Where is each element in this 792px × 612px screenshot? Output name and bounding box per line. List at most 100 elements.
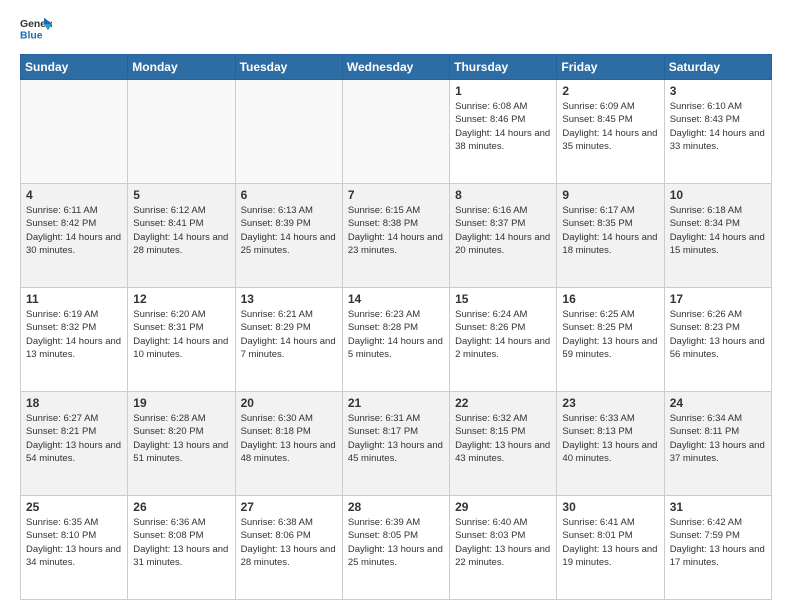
weekday-wednesday: Wednesday bbox=[342, 55, 449, 80]
day-info: Sunrise: 6:38 AMSunset: 8:06 PMDaylight:… bbox=[241, 516, 337, 569]
day-info: Sunrise: 6:21 AMSunset: 8:29 PMDaylight:… bbox=[241, 308, 337, 361]
day-cell: 13 Sunrise: 6:21 AMSunset: 8:29 PMDaylig… bbox=[235, 288, 342, 392]
day-cell: 4 Sunrise: 6:11 AMSunset: 8:42 PMDayligh… bbox=[21, 184, 128, 288]
day-number: 6 bbox=[241, 188, 337, 202]
day-number: 8 bbox=[455, 188, 551, 202]
day-info: Sunrise: 6:26 AMSunset: 8:23 PMDaylight:… bbox=[670, 308, 766, 361]
day-cell bbox=[21, 80, 128, 184]
day-number: 5 bbox=[133, 188, 229, 202]
day-cell: 20 Sunrise: 6:30 AMSunset: 8:18 PMDaylig… bbox=[235, 392, 342, 496]
day-number: 30 bbox=[562, 500, 658, 514]
day-info: Sunrise: 6:08 AMSunset: 8:46 PMDaylight:… bbox=[455, 100, 551, 153]
day-cell: 28 Sunrise: 6:39 AMSunset: 8:05 PMDaylig… bbox=[342, 496, 449, 600]
weekday-saturday: Saturday bbox=[664, 55, 771, 80]
day-number: 9 bbox=[562, 188, 658, 202]
day-info: Sunrise: 6:35 AMSunset: 8:10 PMDaylight:… bbox=[26, 516, 122, 569]
day-info: Sunrise: 6:18 AMSunset: 8:34 PMDaylight:… bbox=[670, 204, 766, 257]
week-row-2: 4 Sunrise: 6:11 AMSunset: 8:42 PMDayligh… bbox=[21, 184, 772, 288]
day-cell: 26 Sunrise: 6:36 AMSunset: 8:08 PMDaylig… bbox=[128, 496, 235, 600]
day-info: Sunrise: 6:10 AMSunset: 8:43 PMDaylight:… bbox=[670, 100, 766, 153]
day-info: Sunrise: 6:33 AMSunset: 8:13 PMDaylight:… bbox=[562, 412, 658, 465]
day-cell: 18 Sunrise: 6:27 AMSunset: 8:21 PMDaylig… bbox=[21, 392, 128, 496]
day-cell: 3 Sunrise: 6:10 AMSunset: 8:43 PMDayligh… bbox=[664, 80, 771, 184]
day-info: Sunrise: 6:31 AMSunset: 8:17 PMDaylight:… bbox=[348, 412, 444, 465]
page: General Blue SundayMondayTuesdayWednesda… bbox=[0, 0, 792, 612]
day-cell: 29 Sunrise: 6:40 AMSunset: 8:03 PMDaylig… bbox=[450, 496, 557, 600]
day-cell: 27 Sunrise: 6:38 AMSunset: 8:06 PMDaylig… bbox=[235, 496, 342, 600]
week-row-5: 25 Sunrise: 6:35 AMSunset: 8:10 PMDaylig… bbox=[21, 496, 772, 600]
day-cell: 22 Sunrise: 6:32 AMSunset: 8:15 PMDaylig… bbox=[450, 392, 557, 496]
day-cell: 7 Sunrise: 6:15 AMSunset: 8:38 PMDayligh… bbox=[342, 184, 449, 288]
day-number: 1 bbox=[455, 84, 551, 98]
weekday-friday: Friday bbox=[557, 55, 664, 80]
day-cell: 10 Sunrise: 6:18 AMSunset: 8:34 PMDaylig… bbox=[664, 184, 771, 288]
day-info: Sunrise: 6:12 AMSunset: 8:41 PMDaylight:… bbox=[133, 204, 229, 257]
day-number: 19 bbox=[133, 396, 229, 410]
day-cell: 5 Sunrise: 6:12 AMSunset: 8:41 PMDayligh… bbox=[128, 184, 235, 288]
day-info: Sunrise: 6:40 AMSunset: 8:03 PMDaylight:… bbox=[455, 516, 551, 569]
day-info: Sunrise: 6:20 AMSunset: 8:31 PMDaylight:… bbox=[133, 308, 229, 361]
day-info: Sunrise: 6:36 AMSunset: 8:08 PMDaylight:… bbox=[133, 516, 229, 569]
day-info: Sunrise: 6:25 AMSunset: 8:25 PMDaylight:… bbox=[562, 308, 658, 361]
day-cell: 19 Sunrise: 6:28 AMSunset: 8:20 PMDaylig… bbox=[128, 392, 235, 496]
day-cell: 25 Sunrise: 6:35 AMSunset: 8:10 PMDaylig… bbox=[21, 496, 128, 600]
day-cell bbox=[128, 80, 235, 184]
day-number: 16 bbox=[562, 292, 658, 306]
week-row-4: 18 Sunrise: 6:27 AMSunset: 8:21 PMDaylig… bbox=[21, 392, 772, 496]
day-cell: 8 Sunrise: 6:16 AMSunset: 8:37 PMDayligh… bbox=[450, 184, 557, 288]
day-number: 13 bbox=[241, 292, 337, 306]
day-cell: 1 Sunrise: 6:08 AMSunset: 8:46 PMDayligh… bbox=[450, 80, 557, 184]
day-number: 3 bbox=[670, 84, 766, 98]
weekday-header-row: SundayMondayTuesdayWednesdayThursdayFrid… bbox=[21, 55, 772, 80]
calendar-table: SundayMondayTuesdayWednesdayThursdayFrid… bbox=[20, 54, 772, 600]
day-info: Sunrise: 6:27 AMSunset: 8:21 PMDaylight:… bbox=[26, 412, 122, 465]
day-cell: 9 Sunrise: 6:17 AMSunset: 8:35 PMDayligh… bbox=[557, 184, 664, 288]
day-number: 18 bbox=[26, 396, 122, 410]
weekday-tuesday: Tuesday bbox=[235, 55, 342, 80]
day-info: Sunrise: 6:24 AMSunset: 8:26 PMDaylight:… bbox=[455, 308, 551, 361]
day-cell bbox=[235, 80, 342, 184]
day-cell: 31 Sunrise: 6:42 AMSunset: 7:59 PMDaylig… bbox=[664, 496, 771, 600]
day-cell: 21 Sunrise: 6:31 AMSunset: 8:17 PMDaylig… bbox=[342, 392, 449, 496]
day-number: 4 bbox=[26, 188, 122, 202]
day-info: Sunrise: 6:13 AMSunset: 8:39 PMDaylight:… bbox=[241, 204, 337, 257]
day-cell: 11 Sunrise: 6:19 AMSunset: 8:32 PMDaylig… bbox=[21, 288, 128, 392]
logo: General Blue bbox=[20, 16, 52, 44]
day-info: Sunrise: 6:32 AMSunset: 8:15 PMDaylight:… bbox=[455, 412, 551, 465]
day-info: Sunrise: 6:19 AMSunset: 8:32 PMDaylight:… bbox=[26, 308, 122, 361]
day-number: 20 bbox=[241, 396, 337, 410]
day-cell: 12 Sunrise: 6:20 AMSunset: 8:31 PMDaylig… bbox=[128, 288, 235, 392]
day-number: 22 bbox=[455, 396, 551, 410]
day-number: 26 bbox=[133, 500, 229, 514]
day-number: 28 bbox=[348, 500, 444, 514]
day-cell: 6 Sunrise: 6:13 AMSunset: 8:39 PMDayligh… bbox=[235, 184, 342, 288]
day-number: 24 bbox=[670, 396, 766, 410]
svg-text:Blue: Blue bbox=[20, 30, 43, 41]
weekday-monday: Monday bbox=[128, 55, 235, 80]
day-number: 27 bbox=[241, 500, 337, 514]
day-number: 23 bbox=[562, 396, 658, 410]
day-cell: 30 Sunrise: 6:41 AMSunset: 8:01 PMDaylig… bbox=[557, 496, 664, 600]
day-info: Sunrise: 6:39 AMSunset: 8:05 PMDaylight:… bbox=[348, 516, 444, 569]
day-info: Sunrise: 6:34 AMSunset: 8:11 PMDaylight:… bbox=[670, 412, 766, 465]
day-number: 31 bbox=[670, 500, 766, 514]
day-info: Sunrise: 6:15 AMSunset: 8:38 PMDaylight:… bbox=[348, 204, 444, 257]
day-number: 10 bbox=[670, 188, 766, 202]
day-cell: 24 Sunrise: 6:34 AMSunset: 8:11 PMDaylig… bbox=[664, 392, 771, 496]
weekday-sunday: Sunday bbox=[21, 55, 128, 80]
day-info: Sunrise: 6:41 AMSunset: 8:01 PMDaylight:… bbox=[562, 516, 658, 569]
day-number: 21 bbox=[348, 396, 444, 410]
day-cell: 2 Sunrise: 6:09 AMSunset: 8:45 PMDayligh… bbox=[557, 80, 664, 184]
day-cell: 16 Sunrise: 6:25 AMSunset: 8:25 PMDaylig… bbox=[557, 288, 664, 392]
day-info: Sunrise: 6:16 AMSunset: 8:37 PMDaylight:… bbox=[455, 204, 551, 257]
week-row-1: 1 Sunrise: 6:08 AMSunset: 8:46 PMDayligh… bbox=[21, 80, 772, 184]
day-cell: 17 Sunrise: 6:26 AMSunset: 8:23 PMDaylig… bbox=[664, 288, 771, 392]
day-info: Sunrise: 6:28 AMSunset: 8:20 PMDaylight:… bbox=[133, 412, 229, 465]
day-info: Sunrise: 6:11 AMSunset: 8:42 PMDaylight:… bbox=[26, 204, 122, 257]
day-number: 17 bbox=[670, 292, 766, 306]
day-info: Sunrise: 6:42 AMSunset: 7:59 PMDaylight:… bbox=[670, 516, 766, 569]
day-number: 2 bbox=[562, 84, 658, 98]
day-info: Sunrise: 6:17 AMSunset: 8:35 PMDaylight:… bbox=[562, 204, 658, 257]
logo-icon: General Blue bbox=[20, 16, 52, 44]
day-number: 11 bbox=[26, 292, 122, 306]
